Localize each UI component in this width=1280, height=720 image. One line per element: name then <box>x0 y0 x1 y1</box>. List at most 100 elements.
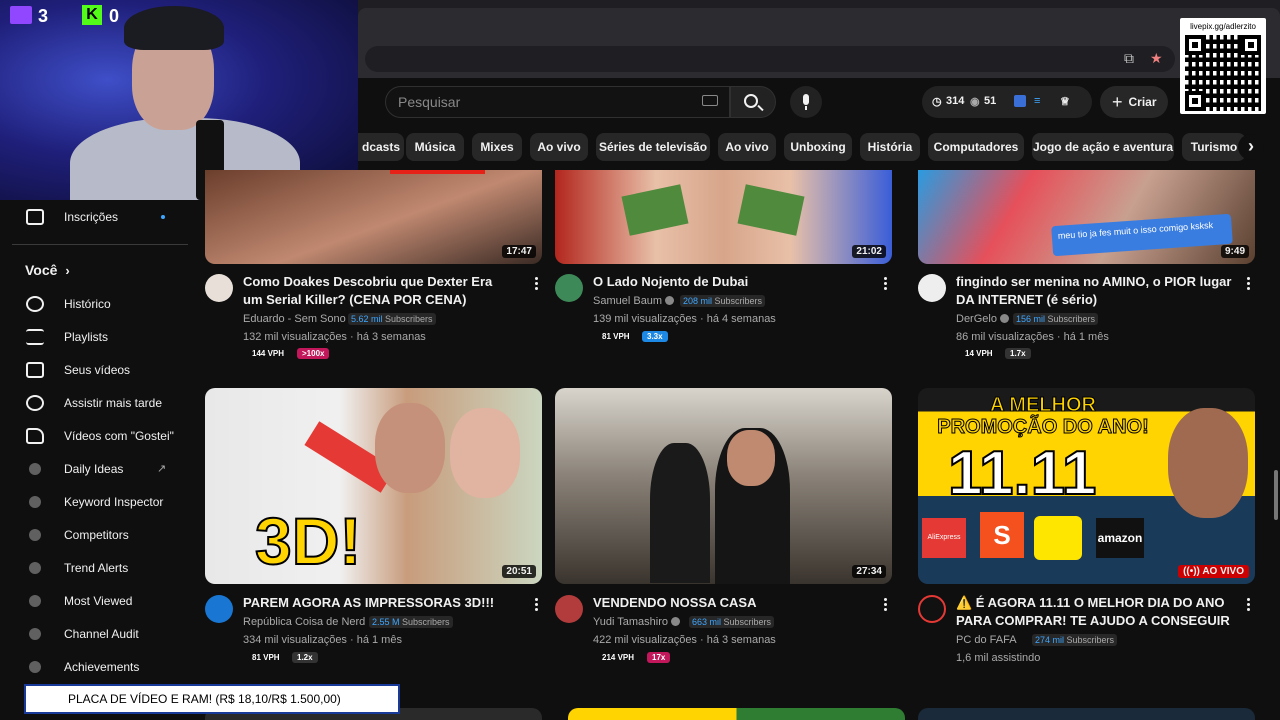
vph-badge: 144 VPH <box>252 349 285 358</box>
vidiq-icon <box>29 628 41 640</box>
chip[interactable]: dcasts <box>358 133 404 161</box>
chevron-right-icon[interactable]: › <box>1238 134 1264 160</box>
channel-name[interactable]: República Coisa de Nerd <box>243 616 365 628</box>
chip[interactable]: Turismo <box>1182 133 1246 161</box>
sidebar-item-most-viewed[interactable]: Most Viewed <box>24 589 184 613</box>
avatar[interactable] <box>918 274 946 302</box>
video-thumbnail[interactable]: 21:02 <box>555 170 892 264</box>
sidebar-section-voce[interactable]: Você › <box>25 262 70 278</box>
video-title[interactable]: Como Doakes Descobriu que Dexter Era um … <box>243 273 508 309</box>
chip[interactable]: História <box>860 133 920 161</box>
video-thumbnail[interactable]: A MELHOR PROMOÇÃO DO ANO! 11.11 AliExpre… <box>918 388 1255 584</box>
history-icon <box>26 296 44 312</box>
video-duration: 9:49 <box>1220 245 1249 258</box>
avatar[interactable] <box>555 595 583 623</box>
more-icon[interactable] <box>534 277 538 291</box>
external-link-icon[interactable]: ↗ <box>157 462 166 475</box>
sidebar-item-watch-later[interactable]: Assistir mais tarde <box>24 391 184 415</box>
outlier-badge: >100x <box>297 348 330 359</box>
sidebar-item-liked-videos[interactable]: Vídeos com "Gostei" <box>24 424 184 448</box>
video-thumbnail[interactable]: 27:34 <box>555 388 892 584</box>
chip[interactable]: Unboxing <box>784 133 852 161</box>
avatar[interactable] <box>205 595 233 623</box>
chip[interactable]: Computadores <box>928 133 1024 161</box>
scrollbar-thumb[interactable] <box>1274 470 1278 520</box>
chip[interactable]: Séries de televisão <box>596 133 710 161</box>
channel-name[interactable]: Eduardo - Sem Sono <box>243 313 346 325</box>
sidebar-item-label: Keyword Inspector <box>64 495 164 509</box>
mercadolivre-logo <box>1034 516 1082 560</box>
video-title[interactable]: VENDENDO NOSSA CASA <box>593 594 858 612</box>
video-title[interactable]: PAREM AGORA AS IMPRESSORAS 3D!!! <box>243 594 508 612</box>
chip[interactable]: Ao vivo <box>530 133 588 161</box>
video-thumbnail[interactable] <box>918 708 1255 720</box>
video-title[interactable]: ⚠️ É AGORA 11.11 O MELHOR DIA DO ANO PAR… <box>956 594 1241 630</box>
sidebar-item-competitors[interactable]: Competitors <box>24 523 184 547</box>
subscriptions-icon <box>26 209 44 225</box>
create-button[interactable]: + Criar <box>1100 86 1168 118</box>
subscriber-count: 156 mil Subscribers <box>1013 313 1099 325</box>
sidebar-item-playlists[interactable]: Playlists <box>24 325 184 349</box>
sidebar-item-achievements[interactable]: Achievements <box>24 655 184 679</box>
vidiq-icon[interactable] <box>1014 95 1026 107</box>
more-icon[interactable] <box>534 598 538 612</box>
more-icon[interactable] <box>883 598 887 612</box>
video-thumbnail[interactable]: meu tio ja fes muit o isso comigo ksksk … <box>918 170 1255 264</box>
sidebar-item-label: Competitors <box>64 528 129 542</box>
sidebar-item-label: Vídeos com "Gostei" <box>64 429 174 443</box>
qr-finder <box>1185 35 1205 55</box>
amazon-logo: amazon <box>1096 518 1144 558</box>
chip[interactable]: Ao vivo <box>718 133 776 161</box>
video-title[interactable]: O Lado Nojento de Dubai <box>593 273 858 291</box>
mic-icon[interactable] <box>790 86 822 118</box>
channel-name-text: Samuel Baum <box>593 295 663 307</box>
chip[interactable]: Mixes <box>472 133 522 161</box>
address-bar[interactable] <box>365 46 1175 72</box>
search-button[interactable] <box>730 86 776 118</box>
sidebar-item-keyword-inspector[interactable]: Keyword Inspector <box>24 490 184 514</box>
chip[interactable]: Música <box>406 133 464 161</box>
extension-stats[interactable]: ◷ 314 ◉ 51 ≡ ♕ <box>922 86 1092 118</box>
more-icon[interactable] <box>1246 598 1250 612</box>
more-icon[interactable] <box>883 277 887 291</box>
sidebar-item-your-videos[interactable]: Seus vídeos <box>24 358 184 382</box>
video-thumbnail[interactable]: 3D! 20:51 <box>205 388 542 584</box>
sidebar-item-label: Inscrições <box>64 210 119 224</box>
avatar[interactable] <box>918 595 946 623</box>
search-input[interactable]: Pesquisar <box>385 86 730 118</box>
star-icon[interactable]: ★ <box>1150 50 1163 67</box>
person-face <box>450 408 520 498</box>
outlier-badge: 17x <box>647 652 671 663</box>
more-icon[interactable] <box>1246 277 1250 291</box>
install-icon[interactable]: ⧉ <box>1124 50 1134 67</box>
subscriber-count: 2.55 M Subscribers <box>369 616 453 628</box>
sidebar-item-channel-audit[interactable]: Channel Audit <box>24 622 184 646</box>
browser-tab[interactable] <box>358 8 1280 42</box>
avatar[interactable] <box>205 274 233 302</box>
thumbnail-accent <box>390 170 485 174</box>
sidebar-item-subscriptions[interactable]: Inscrições <box>24 205 184 229</box>
video-duration: 20:51 <box>502 565 536 578</box>
sidebar-item-trend-alerts[interactable]: Trend Alerts <box>24 556 184 580</box>
chevron-right-icon: › <box>65 263 70 278</box>
clock-icon <box>26 395 44 411</box>
subscriber-word: Subscribers <box>402 617 450 627</box>
thumbs-up-icon <box>26 428 44 444</box>
sidebar-item-history[interactable]: Histórico <box>24 292 184 316</box>
shopee-logo: S <box>980 512 1024 558</box>
channel-name[interactable]: DerGelo <box>956 313 1009 325</box>
video-thumbnail[interactable] <box>568 708 905 720</box>
video-thumbnail[interactable]: 17:47 <box>205 170 542 264</box>
list-icon[interactable]: ≡ <box>1034 95 1040 107</box>
channel-name[interactable]: Samuel Baum <box>593 295 675 307</box>
keyboard-icon[interactable] <box>702 95 718 106</box>
chip[interactable]: Jogo de ação e aventura <box>1032 133 1174 161</box>
channel-name[interactable]: Yudi Tamashiro <box>593 616 681 628</box>
vph-badge: 81 VPH <box>602 332 630 341</box>
eye-value: 51 <box>984 95 997 107</box>
channel-name[interactable]: PC do FAFA <box>956 634 1017 646</box>
trophy-icon[interactable]: ♕ <box>1060 95 1070 108</box>
video-title[interactable]: fingindo ser menina no AMINO, o PIOR lug… <box>956 273 1236 309</box>
subscriber-count: 208 mil Subscribers <box>680 295 766 307</box>
avatar[interactable] <box>555 274 583 302</box>
